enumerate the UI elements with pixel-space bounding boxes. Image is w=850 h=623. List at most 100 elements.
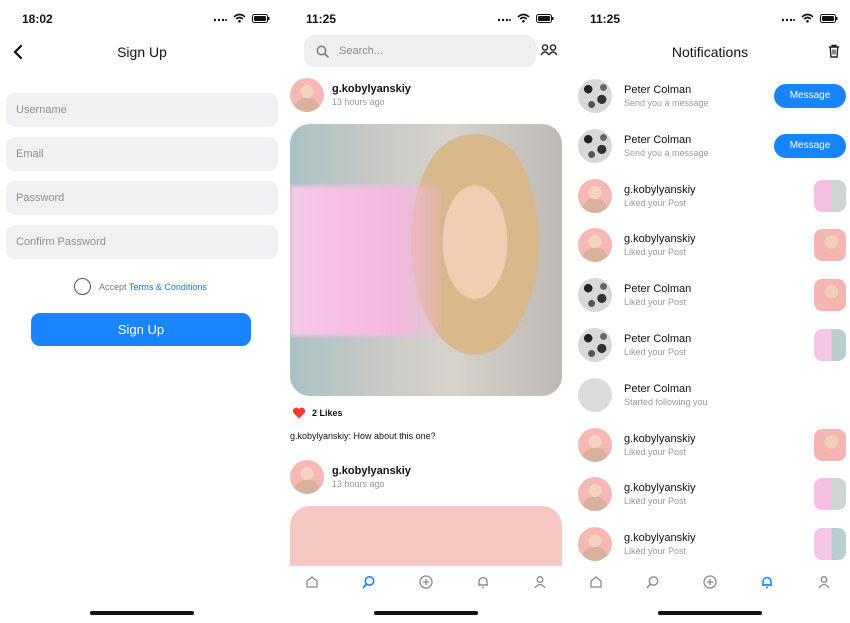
signal-icon <box>781 18 795 22</box>
terms-row: Accept Terms & Conditions <box>74 278 207 295</box>
heart-icon[interactable] <box>292 407 306 419</box>
avatar[interactable] <box>578 178 612 213</box>
search-icon[interactable] <box>646 575 660 589</box>
terms-link[interactable]: Terms & Conditions <box>129 282 207 292</box>
avatar[interactable] <box>578 427 612 462</box>
add-post-icon[interactable] <box>419 575 433 589</box>
avatar[interactable] <box>578 79 612 113</box>
avatar[interactable] <box>578 228 612 263</box>
post-time: 13 hours ago <box>332 479 385 489</box>
post-image[interactable] <box>290 124 562 396</box>
notification-user[interactable]: Peter Colman <box>624 84 774 96</box>
notifications-screen: 11:25 Notifications Peter Colman Send you… <box>568 0 850 623</box>
post-image[interactable] <box>290 506 562 566</box>
post-thumbnail[interactable] <box>814 179 846 212</box>
home-icon[interactable] <box>589 575 603 589</box>
bell-icon[interactable] <box>760 575 774 589</box>
add-post-icon[interactable] <box>703 575 717 589</box>
accept-terms-radio[interactable] <box>74 278 91 295</box>
notification-row[interactable]: Peter Colman Liked your Post <box>578 276 846 314</box>
notification-row[interactable]: g.kobylyanskiy Liked your Post <box>578 475 846 513</box>
wifi-icon <box>233 13 246 23</box>
profile-icon[interactable] <box>817 575 831 589</box>
post-thumbnail[interactable] <box>814 528 846 561</box>
post-username[interactable]: g.kobylyanskiy <box>332 465 411 477</box>
notification-text: g.kobylyanskiy Liked your Post <box>624 184 814 208</box>
signal-icon <box>213 18 227 22</box>
notification-user[interactable]: g.kobylyanskiy <box>624 233 814 245</box>
profile-icon[interactable] <box>533 575 547 589</box>
post-thumbnail[interactable] <box>814 279 846 312</box>
search-icon[interactable] <box>362 575 376 589</box>
avatar[interactable] <box>578 328 612 362</box>
wifi-icon <box>517 13 530 23</box>
avatar[interactable] <box>578 128 612 163</box>
post-thumbnail[interactable] <box>814 329 846 361</box>
notification-user[interactable]: Peter Colman <box>624 333 814 345</box>
notification-text: g.kobylyanskiy Liked your Post <box>624 433 814 457</box>
notification-detail: Liked your Post <box>624 347 687 357</box>
notification-user[interactable]: g.kobylyanskiy <box>624 532 814 544</box>
notification-user[interactable]: g.kobylyanskiy <box>624 433 814 445</box>
status-bar: 11:25 <box>284 10 568 28</box>
message-button[interactable]: Message <box>774 133 846 158</box>
caption-user[interactable]: g.kobylyanskiy: <box>290 431 351 441</box>
email-field[interactable]: Email <box>6 137 278 171</box>
avatar[interactable] <box>290 460 324 494</box>
home-icon[interactable] <box>305 575 319 589</box>
avatar[interactable] <box>578 527 612 562</box>
notification-row[interactable]: g.kobylyanskiy Liked your Post <box>578 525 846 563</box>
post-username[interactable]: g.kobylyanskiy <box>332 83 411 95</box>
avatar[interactable] <box>578 278 612 313</box>
notification-row[interactable]: g.kobylyanskiy Liked your Post <box>578 177 846 215</box>
status-time: 18:02 <box>22 12 53 26</box>
notification-user[interactable]: Peter Colman <box>624 134 774 146</box>
notification-row[interactable]: Peter Colman Send you a message Message <box>578 77 846 115</box>
notification-user[interactable]: g.kobylyanskiy <box>624 184 814 196</box>
notification-detail: Liked your Post <box>624 297 687 308</box>
status-bar: 11:25 <box>568 10 850 28</box>
bell-icon[interactable] <box>476 575 490 589</box>
notification-row[interactable]: g.kobylyanskiy Liked your Post <box>578 426 846 464</box>
notification-detail: Liked your Post <box>624 496 687 507</box>
page-title: Notifications <box>671 44 749 60</box>
signup-screen: 18:02 Sign Up Username Email Password Co… <box>0 0 284 623</box>
message-button[interactable]: Message <box>774 84 846 108</box>
avatar[interactable] <box>578 377 612 412</box>
notification-text: Peter Colman Liked your Post <box>624 333 814 357</box>
post-thumbnail[interactable] <box>814 428 846 461</box>
trash-icon[interactable] <box>828 44 840 58</box>
notification-user[interactable]: Peter Colman <box>624 283 814 295</box>
notification-text: Peter Colman Started following you <box>624 383 846 407</box>
notification-detail: Send you a message <box>624 98 709 108</box>
notification-detail: Started following you <box>624 396 708 407</box>
search-input[interactable]: Search... <box>304 35 536 67</box>
wifi-icon <box>801 13 814 23</box>
likes-row: 2 Likes <box>292 407 343 419</box>
caption-text: How about this one? <box>353 431 436 441</box>
signal-icon <box>497 18 511 22</box>
confirm-password-field[interactable]: Confirm Password <box>6 225 278 259</box>
people-icon[interactable] <box>540 44 558 56</box>
status-icons <box>497 13 554 23</box>
notification-user[interactable]: g.kobylyanskiy <box>624 482 814 494</box>
avatar[interactable] <box>578 477 612 512</box>
notification-detail: Send you a message <box>624 147 709 158</box>
avatar[interactable] <box>290 78 324 112</box>
notification-row[interactable]: g.kobylyanskiy Liked your Post <box>578 226 846 264</box>
notification-row[interactable]: Peter Colman Liked your Post <box>578 326 846 364</box>
post-thumbnail[interactable] <box>814 478 846 511</box>
post-thumbnail[interactable] <box>814 229 846 262</box>
notification-row[interactable]: Peter Colman Send you a message Message <box>578 127 846 165</box>
search-icon <box>316 45 329 58</box>
notification-user[interactable]: Peter Colman <box>624 383 846 395</box>
username-field[interactable]: Username <box>6 93 278 127</box>
signup-button[interactable]: Sign Up <box>31 313 251 346</box>
password-field[interactable]: Password <box>6 181 278 215</box>
notification-text: Peter Colman Send you a message <box>624 134 774 158</box>
battery-icon <box>536 13 554 23</box>
tab-bar <box>568 566 850 598</box>
post-header: g.kobylyanskiy 13 hours ago <box>290 78 411 112</box>
notification-row[interactable]: Peter Colman Started following you <box>578 376 846 414</box>
battery-icon <box>820 13 838 23</box>
